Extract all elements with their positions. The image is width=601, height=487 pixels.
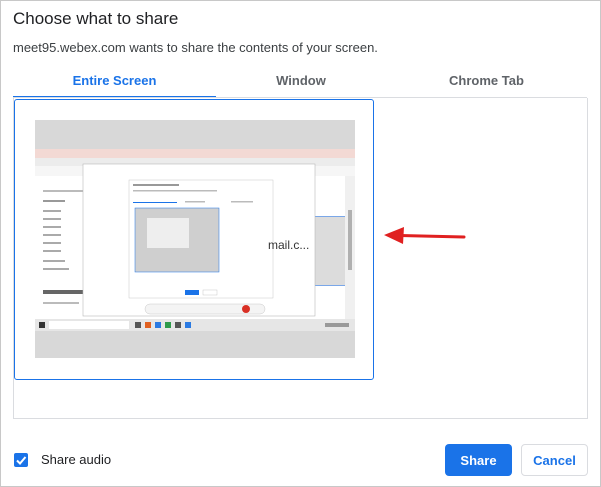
checkmark-icon (16, 456, 27, 465)
entire-screen-option[interactable]: mail.c... (14, 99, 374, 380)
tab-entire-screen[interactable]: Entire Screen (13, 68, 216, 98)
dialog-title: Choose what to share (13, 9, 179, 28)
tab-chrome-tab[interactable]: Chrome Tab (386, 68, 587, 96)
share-button[interactable]: Share (445, 444, 512, 476)
screen-thumbnail: mail.c... (35, 120, 355, 358)
dialog-subtitle: meet95.webex.com wants to share the cont… (13, 40, 378, 55)
share-audio-checkbox[interactable] (14, 453, 28, 467)
share-audio-label: Share audio (41, 452, 112, 467)
tab-bar: Entire Screen Window Chrome Tab (13, 68, 587, 98)
cancel-button[interactable]: Cancel (521, 444, 588, 476)
thumbnail-visible-text: mail.c... (268, 238, 310, 252)
red-arrow-annotation (384, 227, 466, 244)
tab-window[interactable]: Window (216, 68, 386, 96)
